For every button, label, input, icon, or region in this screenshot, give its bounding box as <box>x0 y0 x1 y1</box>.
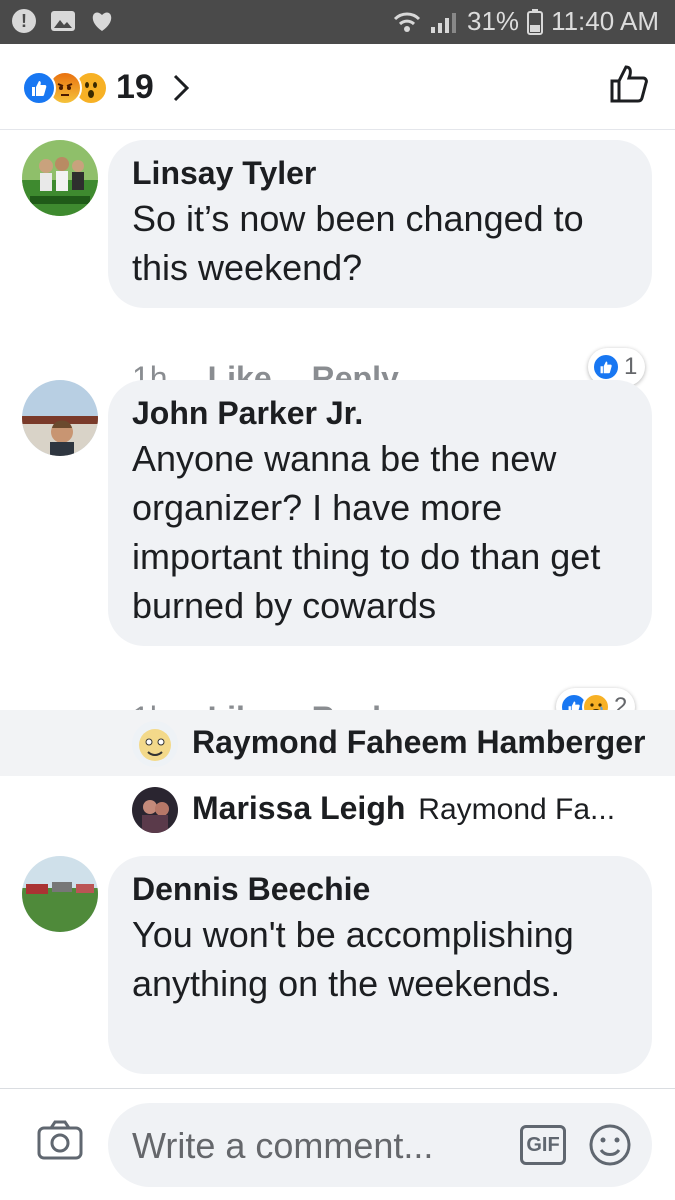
gif-button[interactable]: GIF <box>520 1125 566 1165</box>
like-post-button[interactable] <box>609 64 649 109</box>
comment-bubble: Dennis Beechie You won't be accomplishin… <box>108 856 652 1074</box>
notification-icons: ! <box>12 9 114 33</box>
signal-icon <box>431 12 457 33</box>
comment-placeholder: Write a comment... <box>132 1125 434 1166</box>
comment-author[interactable]: Dennis Beechie <box>132 870 628 908</box>
comment-text: You won't be accomplishing anything on t… <box>132 914 574 1004</box>
avatar <box>132 721 178 767</box>
reactions-summary[interactable]: 19 <box>22 68 190 107</box>
reaction-count: 19 <box>116 68 154 106</box>
status-right: 31% 11:40 AM <box>393 6 659 37</box>
comment-text: So it’s now been changed to this weekend… <box>132 198 584 288</box>
camera-icon <box>37 1120 83 1160</box>
comment-composer: Write a comment... GIF <box>0 1088 675 1200</box>
comment-author[interactable]: John Parker Jr. <box>132 394 628 432</box>
clock: 11:40 AM <box>551 6 659 36</box>
avatar <box>132 787 178 833</box>
reply-preview[interactable]: Marissa Leigh Raymond Fa... <box>0 776 675 842</box>
status-bar: ! 31% 11:40 AM <box>0 0 675 44</box>
comments-sheet: 19 Linsay Tyler So it’s now been changed… <box>0 44 675 1200</box>
thumbs-up-icon <box>610 65 648 103</box>
reply-author: Marissa Leigh <box>192 790 406 826</box>
comment-text: Anyone wanna be the new organizer? I hav… <box>132 438 601 626</box>
gallery-icon <box>51 11 75 31</box>
reaction-count: 1 <box>624 353 638 380</box>
comment-author[interactable]: Linsay Tyler <box>132 154 628 192</box>
heart-icon <box>92 12 112 31</box>
comment-bubble: Linsay Tyler So it’s now been changed to… <box>108 140 652 308</box>
reactions-header: 19 <box>0 44 675 130</box>
chevron-right-icon <box>173 74 189 101</box>
reply-text: Marissa Leigh Raymond Fa... <box>192 790 615 827</box>
reply-author: Raymond Faheem Hamberger <box>192 724 646 760</box>
comment-bubble: John Parker Jr. Anyone wanna be the new … <box>108 380 652 646</box>
wifi-icon <box>393 12 421 32</box>
like-icon <box>592 353 620 381</box>
reply-text: Raymond Faheem Hamberger <box>192 724 645 761</box>
reply-preview[interactable]: Raymond Faheem Hamberger <box>0 710 675 776</box>
comment-input[interactable]: Write a comment... GIF <box>108 1103 652 1187</box>
avatar[interactable] <box>22 856 98 932</box>
battery-icon <box>527 8 544 35</box>
alert-icon: ! <box>12 9 36 33</box>
emoji-button[interactable] <box>588 1123 632 1172</box>
camera-button[interactable] <box>36 1119 84 1166</box>
like-icon <box>22 70 56 105</box>
reply-snippet: Raymond Fa... <box>418 793 616 826</box>
avatar[interactable] <box>22 140 98 216</box>
avatar[interactable] <box>22 380 98 456</box>
battery-percent: 31% <box>467 6 520 36</box>
smiley-icon <box>589 1124 631 1166</box>
